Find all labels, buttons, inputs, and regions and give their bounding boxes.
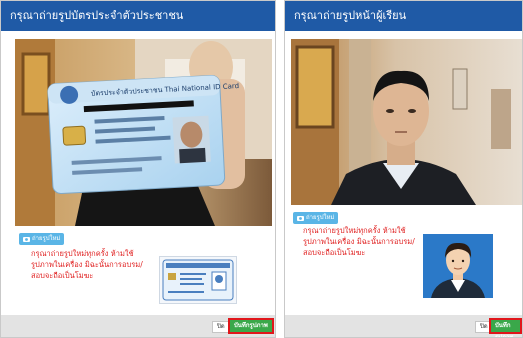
save-photo-button[interactable]: บันทึกรูปภาพ bbox=[228, 318, 274, 334]
face-capture-dialog: กรุณาถ่ายรูปหน้าผู้เรียน ถ่ายรูปใหม่ กรุ… bbox=[284, 0, 523, 338]
retake-photo-button[interactable]: ถ่ายรูปใหม่ bbox=[293, 212, 339, 224]
retake-photo-label: ถ่ายรูปใหม่ bbox=[32, 235, 61, 242]
camera-icon bbox=[297, 216, 304, 221]
avatar-illustration bbox=[423, 234, 493, 298]
sample-id-card-image bbox=[159, 256, 237, 304]
id-card-camera-preview: บัตรประจำตัวประชาชน Thai National ID Car… bbox=[15, 39, 272, 226]
retake-photo-label: ถ่ายรูปใหม่ bbox=[306, 214, 335, 221]
warning-text: กรุณาถ่ายรูปใหม่ทุกครั้ง ห้ามใช้รูปภาพใน… bbox=[303, 226, 415, 257]
dialog-title: กรุณาถ่ายรูปหน้าผู้เรียน bbox=[285, 1, 522, 31]
page: กรุณาถ่ายรูปบัตรประจำตัวประชาชน บัตรประจ… bbox=[0, 0, 523, 338]
camera-icon bbox=[23, 237, 30, 242]
face-photo bbox=[291, 39, 522, 205]
dialog-footer: ปิด บันทึกรูปภาพ bbox=[1, 315, 275, 337]
sample-face-image bbox=[423, 234, 493, 298]
retake-photo-button[interactable]: ถ่ายรูปใหม่ bbox=[19, 233, 65, 245]
face-camera-preview bbox=[291, 39, 522, 205]
dialog-title: กรุณาถ่ายรูปบัตรประจำตัวประชาชน bbox=[1, 1, 275, 31]
save-photo-button[interactable]: บันทึกรูปภาพ bbox=[489, 318, 522, 337]
dialog-footer: ปิด บันทึกรูปภาพ bbox=[285, 315, 522, 337]
id-card-illustration bbox=[162, 259, 234, 301]
id-card-capture-dialog: กรุณาถ่ายรูปบัตรประจำตัวประชาชน บัตรประจ… bbox=[0, 0, 276, 338]
id-card-photo: บัตรประจำตัวประชาชน Thai National ID Car… bbox=[15, 39, 272, 226]
warning-text: กรุณาถ่ายรูปใหม่ทุกครั้ง ห้ามใช้รูปภาพใน… bbox=[31, 249, 143, 280]
